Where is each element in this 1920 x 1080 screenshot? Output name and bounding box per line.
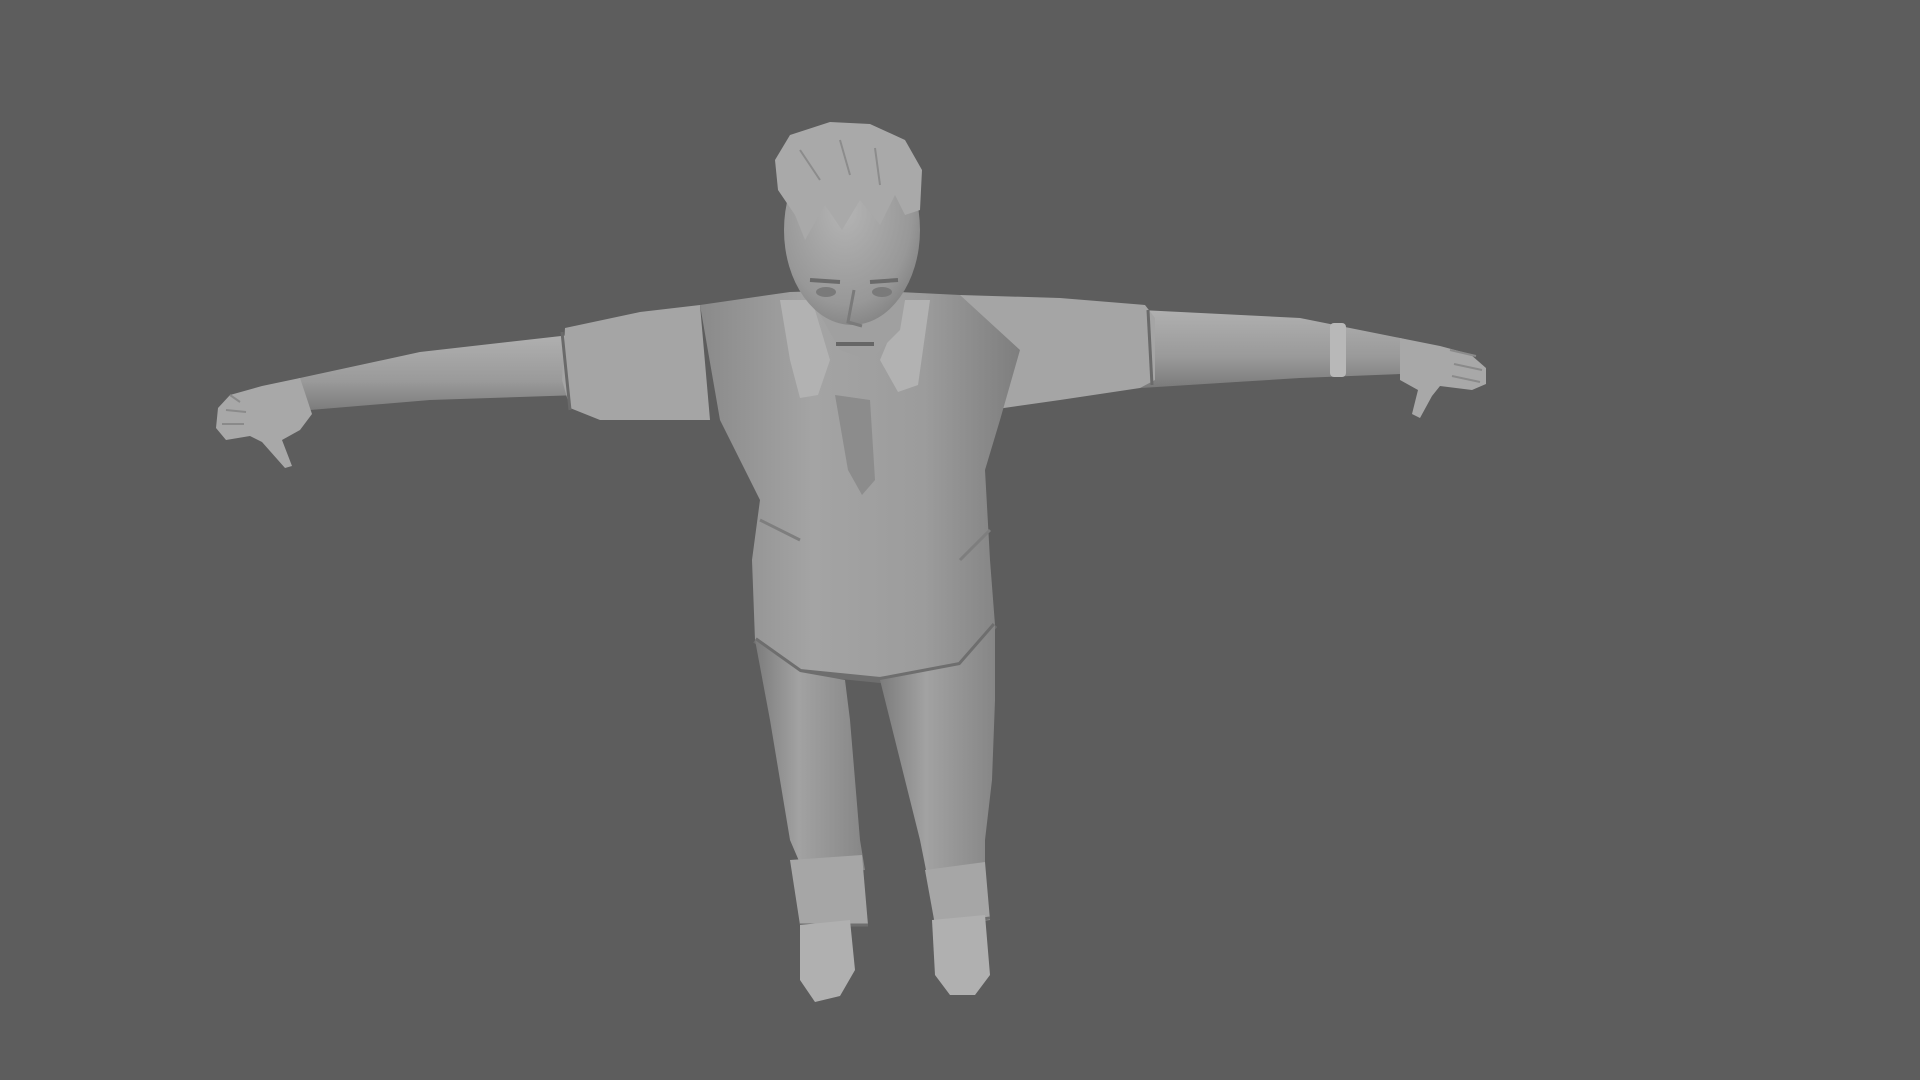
- watch-icon: [1330, 323, 1346, 377]
- 3d-viewport[interactable]: [0, 0, 1920, 1080]
- left-arm: [216, 305, 710, 468]
- feet: [800, 915, 990, 1002]
- viewport-canvas: [216, 122, 1486, 1002]
- right-arm: [960, 295, 1486, 418]
- character-model[interactable]: [216, 122, 1486, 1002]
